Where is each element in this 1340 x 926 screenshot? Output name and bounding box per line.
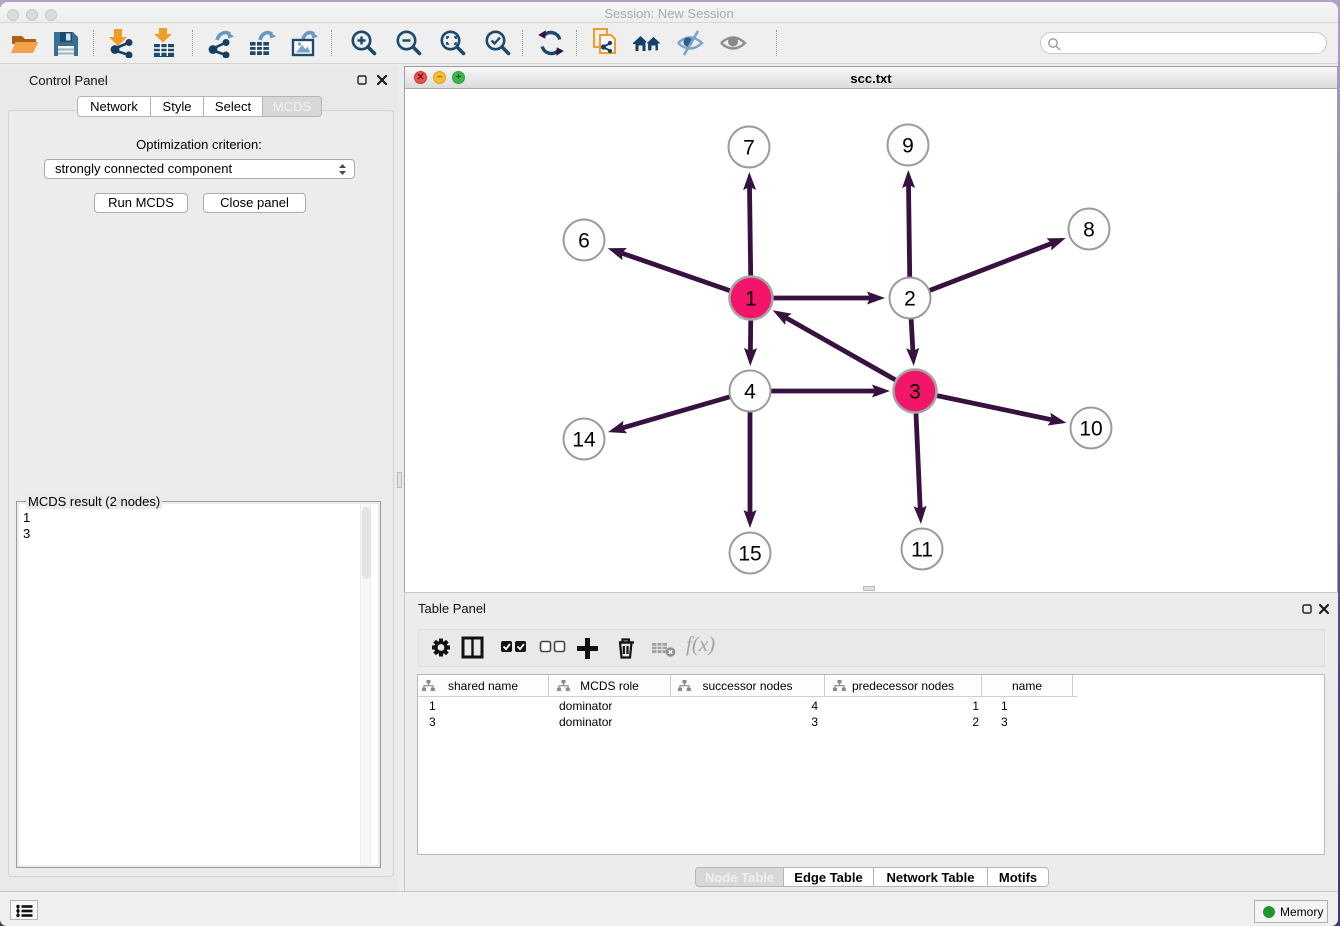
svg-text:7: 7 [743,137,755,160]
svg-text:14: 14 [572,429,596,452]
svg-text:11: 11 [911,539,933,562]
svg-text:15: 15 [738,543,761,566]
svg-text:2: 2 [904,288,916,311]
svg-text:1: 1 [745,288,757,311]
svg-text:6: 6 [578,230,590,253]
svg-text:10: 10 [1079,418,1102,441]
svg-text:8: 8 [1083,219,1095,242]
svg-text:9: 9 [902,135,914,158]
svg-text:4: 4 [744,381,756,404]
svg-text:3: 3 [909,381,921,404]
